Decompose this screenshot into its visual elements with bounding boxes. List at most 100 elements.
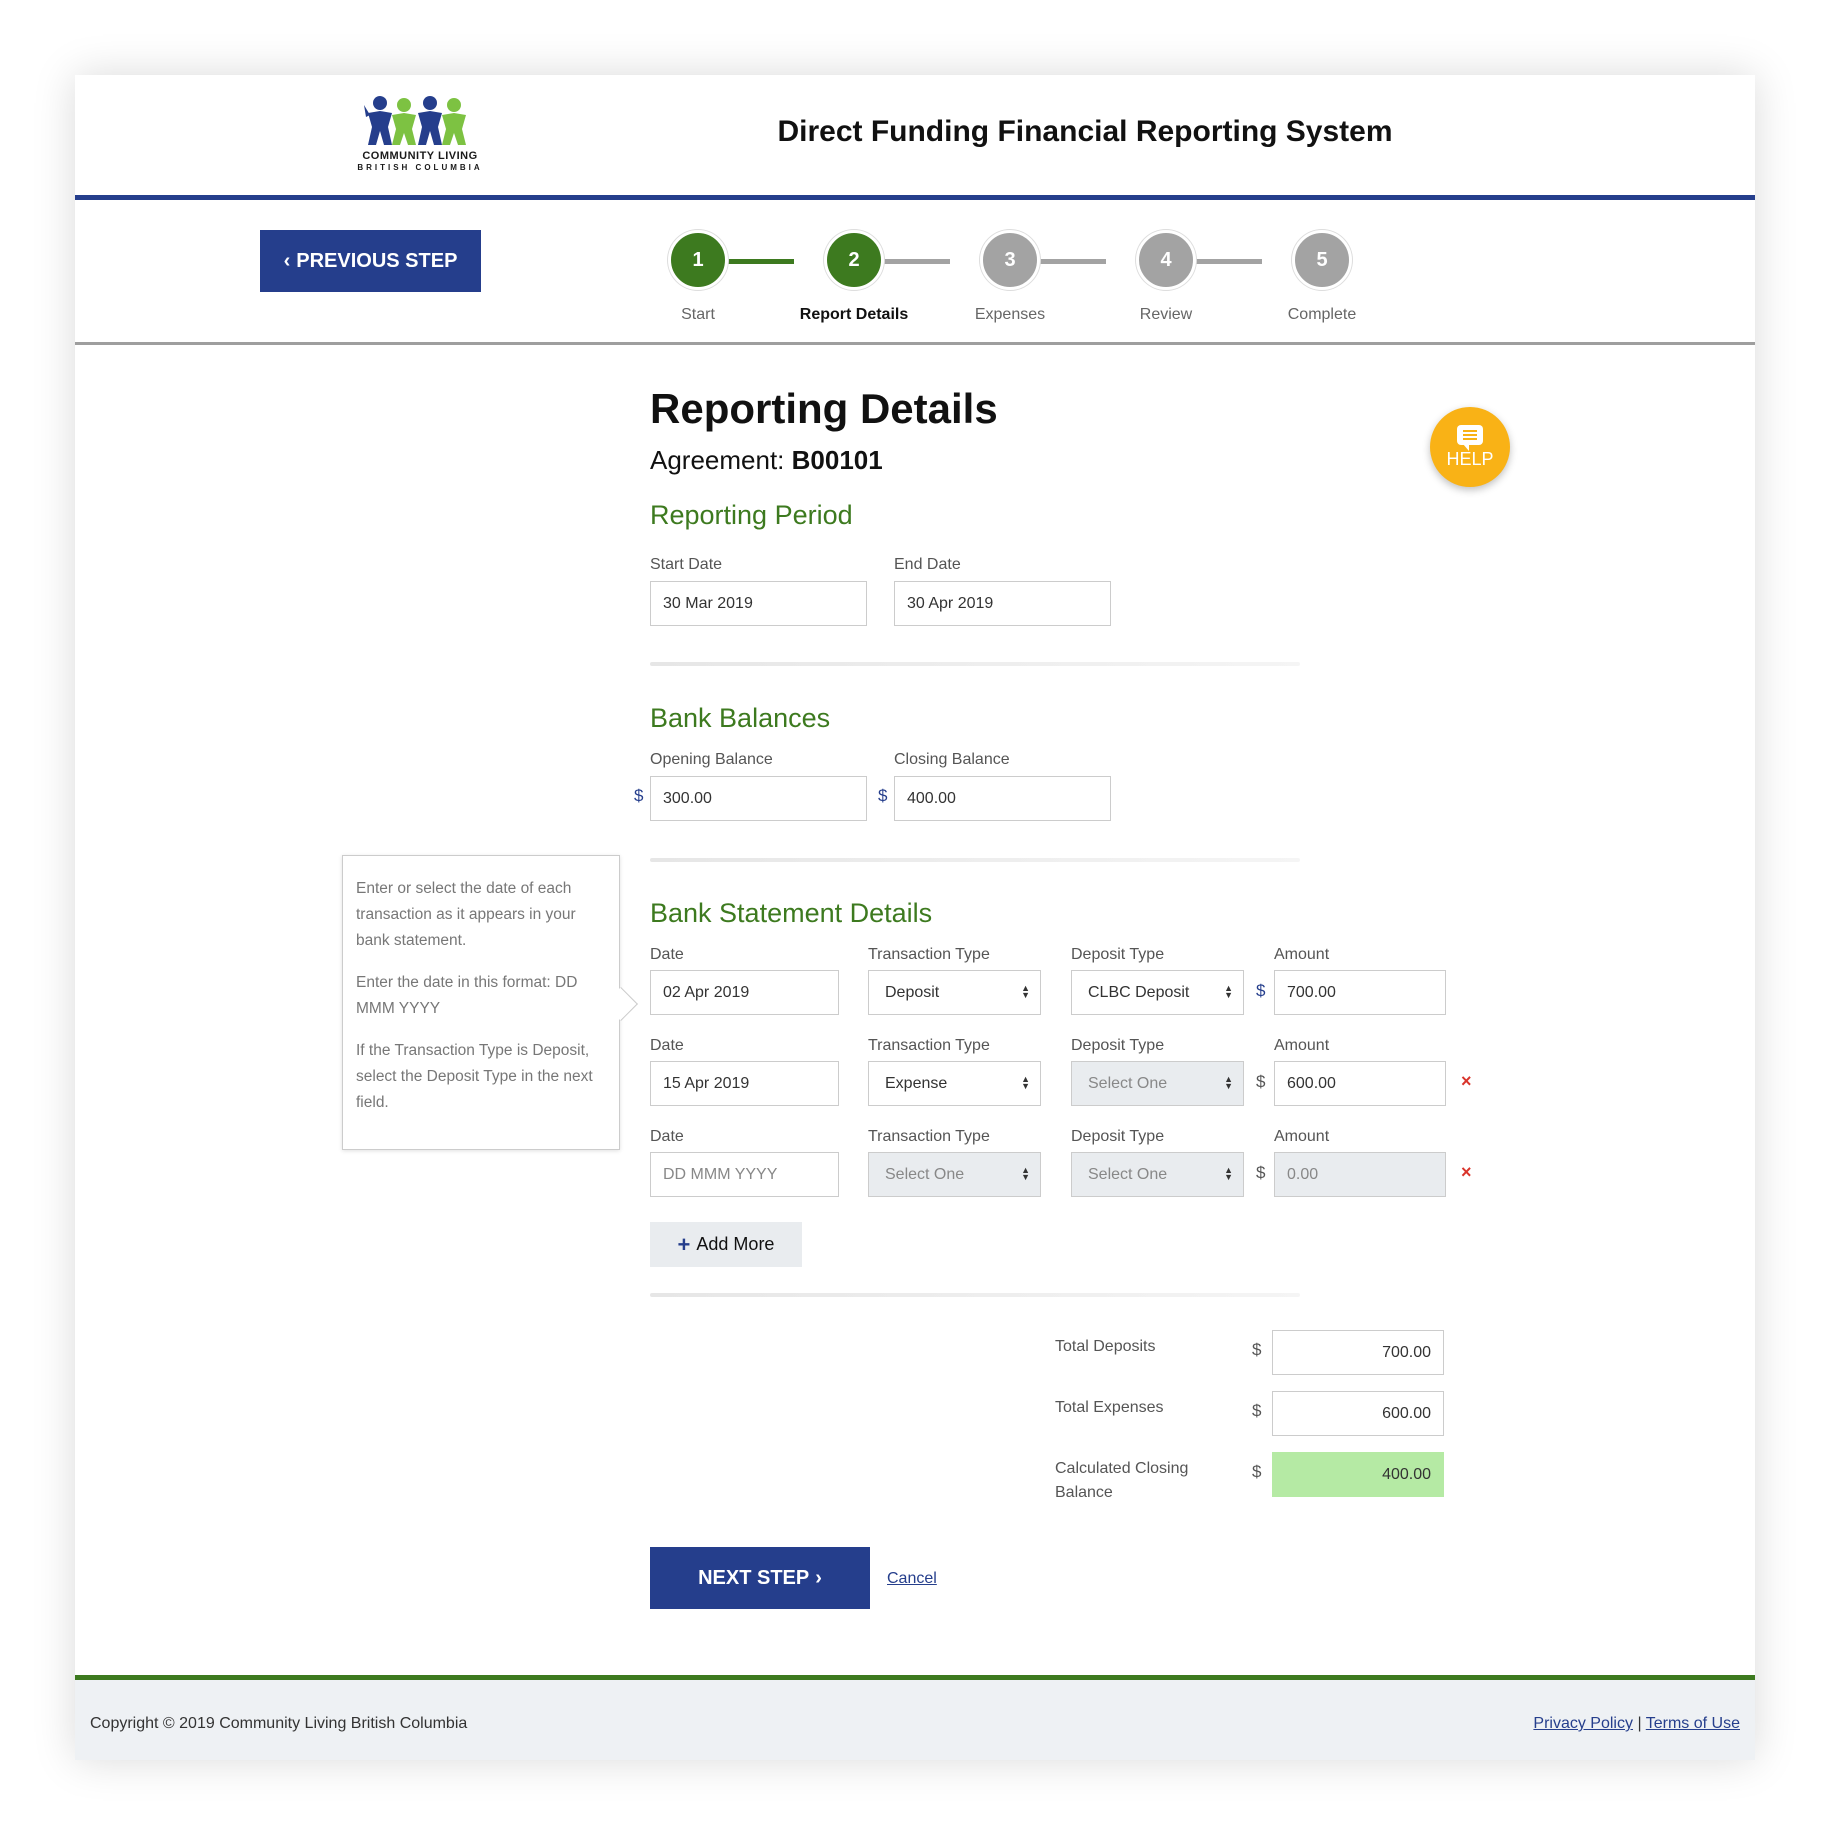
step-number-badge: 4 bbox=[1136, 230, 1196, 290]
opening-balance-label: Opening Balance bbox=[650, 751, 773, 768]
closing-balance-label: Closing Balance bbox=[894, 751, 1010, 768]
amount-label: Amount bbox=[1274, 946, 1330, 963]
plus-icon: + bbox=[677, 1231, 691, 1257]
deposit-type-value: Select One bbox=[1088, 1165, 1168, 1183]
previous-step-label: PREVIOUS STEP bbox=[296, 249, 458, 272]
agreement-line: Agreement: B00101 bbox=[650, 445, 883, 476]
transaction-date-field[interactable]: DD MMM YYYY bbox=[650, 1152, 839, 1197]
amount-field[interactable]: 600.00 bbox=[1274, 1061, 1446, 1106]
step-review[interactable]: 4 Review bbox=[1106, 230, 1226, 324]
remove-row-icon[interactable]: × bbox=[1461, 1162, 1472, 1183]
section-divider bbox=[650, 858, 1300, 862]
calculated-closing-field: 400.00 bbox=[1272, 1452, 1444, 1497]
bank-balances-heading: Bank Balances bbox=[650, 703, 831, 733]
progress-stepper: 1 Start 2 Report Details 3 Expenses 4 Re… bbox=[635, 230, 1356, 330]
date-help-tooltip: Enter or select the date of each transac… bbox=[342, 855, 638, 1150]
reporting-period-heading: Reporting Period bbox=[650, 500, 853, 530]
section-divider bbox=[650, 1293, 1300, 1297]
previous-step-button[interactable]: ‹ PREVIOUS STEP bbox=[260, 230, 481, 292]
currency-symbol: $ bbox=[1256, 1163, 1266, 1182]
help-label: HELP bbox=[1446, 448, 1494, 469]
amount-field[interactable]: 700.00 bbox=[1274, 970, 1446, 1015]
add-more-button[interactable]: + Add More bbox=[650, 1222, 802, 1267]
transaction-type-label: Transaction Type bbox=[868, 1128, 990, 1145]
start-date-label: Start Date bbox=[650, 556, 723, 573]
calculated-closing-label: Calculated Closing Balance bbox=[1055, 1460, 1189, 1501]
footer-separator: | bbox=[1637, 1715, 1642, 1732]
agreement-number: B00101 bbox=[791, 445, 883, 475]
select-arrows-icon: ▲ ▼ bbox=[1021, 1165, 1030, 1182]
select-arrows-icon: ▲ ▼ bbox=[1224, 1074, 1233, 1091]
chat-bubble-icon bbox=[1457, 424, 1483, 451]
end-date-field[interactable]: 30 Apr 2019 bbox=[894, 581, 1111, 626]
transaction-type-label: Transaction Type bbox=[868, 946, 990, 963]
cancel-link[interactable]: Cancel bbox=[887, 1570, 937, 1588]
step-start[interactable]: 1 Start bbox=[638, 230, 758, 324]
section-divider bbox=[650, 662, 1300, 666]
deposit-type-label: Deposit Type bbox=[1071, 946, 1165, 963]
help-button[interactable]: HELP bbox=[1430, 407, 1510, 487]
step-label: Expenses bbox=[974, 306, 1046, 323]
select-arrows-icon: ▲ ▼ bbox=[1224, 983, 1233, 1000]
deposit-type-label: Deposit Type bbox=[1071, 1128, 1165, 1145]
total-expenses-label: Total Expenses bbox=[1055, 1399, 1164, 1416]
total-deposits-field: 700.00 bbox=[1272, 1330, 1444, 1375]
amount-label: Amount bbox=[1274, 1037, 1330, 1054]
date-label: Date bbox=[650, 946, 684, 963]
logo-line-1: COMMUNITY LIVING bbox=[362, 150, 478, 162]
chevron-left-icon: ‹ bbox=[283, 249, 291, 272]
next-step-button[interactable]: NEXT STEP › bbox=[650, 1547, 870, 1609]
transaction-type-select[interactable]: Deposit ▲ ▼ bbox=[868, 970, 1041, 1015]
deposit-type-select[interactable]: CLBC Deposit ▲ ▼ bbox=[1071, 970, 1244, 1015]
currency-symbol: $ bbox=[1256, 981, 1266, 1000]
deposit-type-select[interactable]: Select One ▲ ▼ bbox=[1071, 1152, 1244, 1197]
deposit-type-select[interactable]: Select One ▲ ▼ bbox=[1071, 1061, 1244, 1106]
select-arrows-icon: ▲ ▼ bbox=[1021, 983, 1030, 1000]
agreement-label: Agreement: bbox=[650, 445, 785, 475]
chevron-right-icon: › bbox=[815, 1566, 822, 1589]
step-number-badge: 2 bbox=[824, 230, 884, 290]
step-navigation: ‹ PREVIOUS STEP 1 Start 2 Report Details… bbox=[75, 205, 1755, 345]
select-arrows-icon: ▲ ▼ bbox=[1224, 1165, 1233, 1182]
transaction-type-select[interactable]: Expense ▲ ▼ bbox=[868, 1061, 1041, 1106]
logo-line-2: BRITISH COLUMBIA bbox=[357, 163, 483, 172]
tooltip-paragraph: Enter the date in this format: DD MMM YY… bbox=[356, 974, 578, 1017]
step-expenses[interactable]: 3 Expenses bbox=[950, 230, 1070, 324]
page-title: Reporting Details bbox=[650, 385, 998, 432]
currency-symbol: $ bbox=[1252, 1462, 1262, 1481]
amount-field[interactable]: 0.00 bbox=[1274, 1152, 1446, 1197]
logo-wordmark: COMMUNITY LIVING BRITISH COLUMBIA bbox=[350, 151, 490, 173]
privacy-policy-link[interactable]: Privacy Policy bbox=[1533, 1715, 1633, 1732]
transaction-type-select[interactable]: Select One ▲ ▼ bbox=[868, 1152, 1041, 1197]
total-expenses-field: 600.00 bbox=[1272, 1391, 1444, 1436]
currency-symbol: $ bbox=[878, 786, 888, 805]
closing-balance-field[interactable]: 400.00 bbox=[894, 776, 1111, 821]
start-date-field[interactable]: 30 Mar 2019 bbox=[650, 581, 867, 626]
step-label: Review bbox=[1139, 306, 1193, 323]
transaction-type-value: Deposit bbox=[885, 983, 940, 1001]
remove-row-icon[interactable]: × bbox=[1461, 1071, 1472, 1092]
date-label: Date bbox=[650, 1037, 684, 1054]
next-step-label: NEXT STEP bbox=[698, 1566, 810, 1589]
currency-symbol: $ bbox=[1256, 1072, 1266, 1091]
step-complete[interactable]: 5 Complete bbox=[1262, 230, 1382, 324]
page-card: COMMUNITY LIVING BRITISH COLUMBIA Direct… bbox=[75, 75, 1755, 1760]
total-deposits-label: Total Deposits bbox=[1055, 1338, 1156, 1355]
opening-balance-field[interactable]: 300.00 bbox=[650, 776, 867, 821]
transaction-type-value: Select One bbox=[885, 1165, 965, 1183]
system-title: Direct Funding Financial Reporting Syste… bbox=[777, 115, 1393, 148]
step-report-details[interactable]: 2 Report Details bbox=[794, 230, 914, 324]
bank-statement-heading: Bank Statement Details bbox=[650, 898, 933, 928]
step-number-badge: 5 bbox=[1292, 230, 1352, 290]
step-number-badge: 3 bbox=[980, 230, 1040, 290]
currency-symbol: $ bbox=[1252, 1340, 1262, 1359]
end-date-label: End Date bbox=[894, 556, 961, 573]
transaction-date-field[interactable]: 02 Apr 2019 bbox=[650, 970, 839, 1015]
transaction-date-field[interactable]: 15 Apr 2019 bbox=[650, 1061, 839, 1106]
terms-of-use-link[interactable]: Terms of Use bbox=[1646, 1715, 1740, 1732]
date-label: Date bbox=[650, 1128, 684, 1145]
step-number-badge: 1 bbox=[668, 230, 728, 290]
step-label: Start bbox=[681, 306, 715, 323]
tooltip-paragraph: If the Transaction Type is Deposit, sele… bbox=[356, 1042, 593, 1111]
site-footer: Copyright © 2019 Community Living Britis… bbox=[75, 1675, 1755, 1760]
